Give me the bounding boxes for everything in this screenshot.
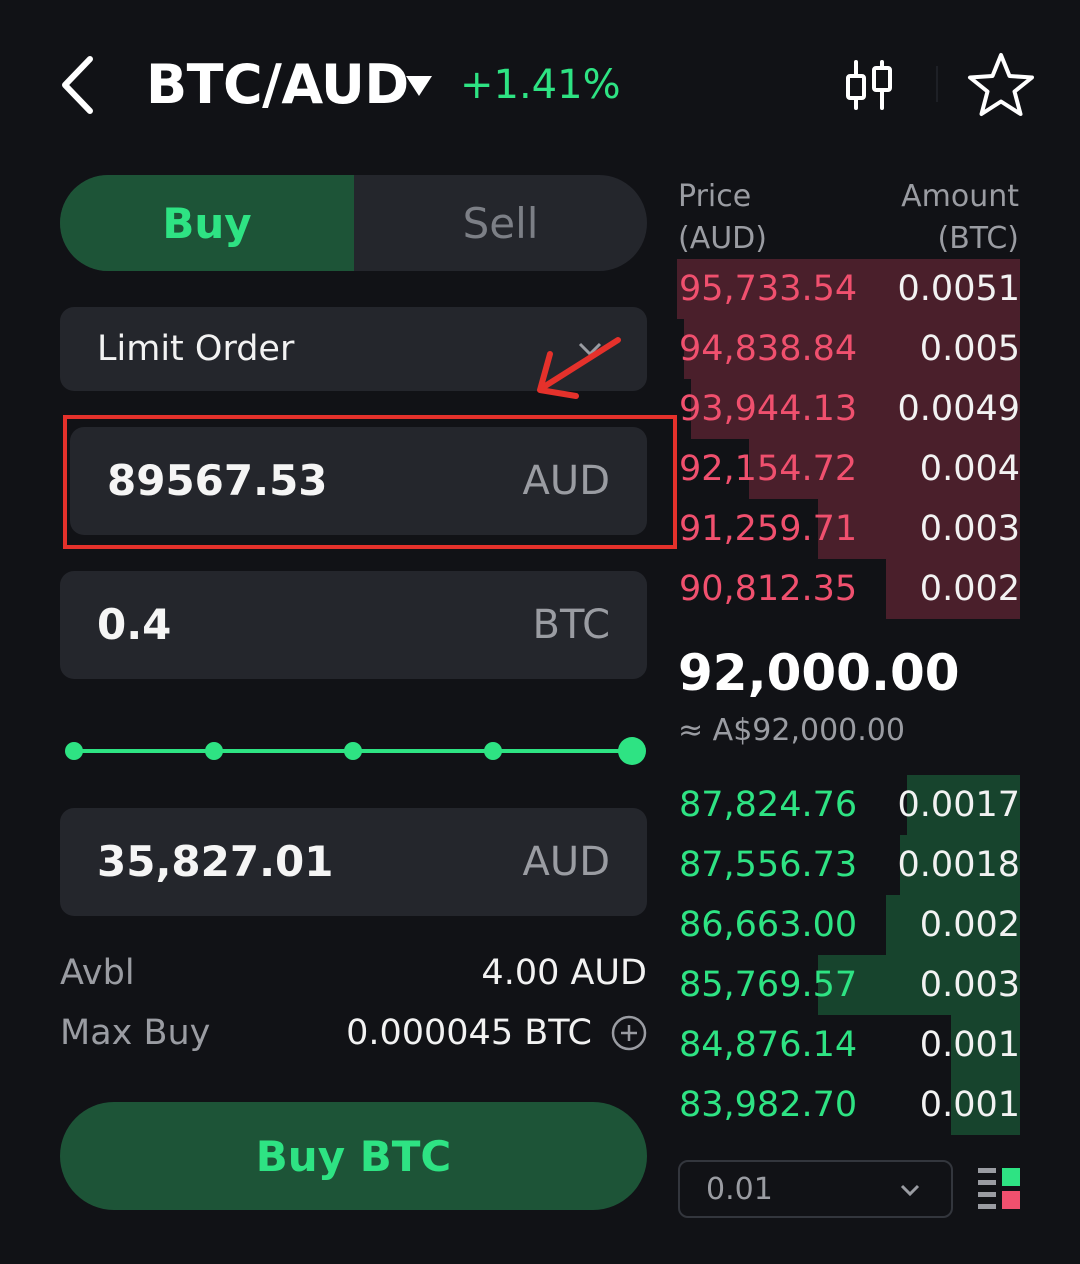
kline-chart-icon[interactable] [842,58,896,112]
bid-row[interactable]: 84,876.14 0.001 [677,1015,1020,1075]
ask-price: 92,154.72 [679,449,858,489]
ask-row[interactable]: 92,154.72 0.004 [677,439,1020,499]
bid-price: 86,663.00 [679,905,858,945]
price-change: +1.41% [460,62,621,108]
amount-unit: BTC [532,602,610,648]
precision-select[interactable]: 0.01 [678,1160,953,1218]
max-buy-value: 0.000045 BTC [346,1013,592,1053]
ask-price: 94,838.84 [679,329,858,369]
bid-row[interactable]: 86,663.00 0.002 [677,895,1020,955]
pair-title[interactable]: BTC/AUD [146,52,409,118]
amount-header-line2: (BTC) [937,221,1019,256]
bid-amount: 0.001 [919,1025,1020,1065]
last-price-fiat: ≈ A$92,000.00 [678,713,905,748]
ask-amount: 0.0049 [897,389,1020,429]
bid-row[interactable]: 85,769.57 0.003 [677,955,1020,1015]
ask-row[interactable]: 94,838.84 0.005 [677,319,1020,379]
ask-amount: 0.005 [919,329,1020,369]
bid-amount: 0.003 [919,965,1020,1005]
bid-row[interactable]: 83,982.70 0.001 [677,1075,1020,1135]
ask-row[interactable]: 93,944.13 0.0049 [677,379,1020,439]
max-buy-label: Max Buy [60,1013,211,1053]
bid-amount: 0.0017 [897,785,1020,825]
ask-amount: 0.003 [919,509,1020,549]
ask-price: 91,259.71 [679,509,858,549]
bid-price: 87,556.73 [679,845,858,885]
total-value: 35,827.01 [97,837,334,886]
book-layout-icon[interactable] [976,1166,1022,1210]
star-icon[interactable] [966,50,1036,120]
ask-amount: 0.004 [919,449,1020,489]
orderbook-price-header: Price (AUD) [678,176,767,260]
bid-amount: 0.002 [919,905,1020,945]
amount-header-line1: Amount [901,179,1019,214]
highlight-box [63,415,677,549]
amount-value: 0.4 [97,600,172,649]
ask-row[interactable]: 91,259.71 0.003 [677,499,1020,559]
order-type-label: Limit Order [97,329,295,369]
bid-amount: 0.001 [919,1085,1020,1125]
tab-buy[interactable]: Buy [60,175,354,271]
last-price[interactable]: 92,000.00 [678,642,960,704]
total-input[interactable]: 35,827.01 AUD [60,808,647,916]
back-arrow-icon[interactable] [56,52,104,118]
annotation-arrow-icon [530,332,626,404]
bid-price: 85,769.57 [679,965,858,1005]
available-value: 4.00 AUD [481,953,647,993]
ask-row[interactable]: 95,733.54 0.0051 [677,259,1020,319]
ask-amount: 0.0051 [897,269,1020,309]
side-toggle: Buy Sell [60,175,647,271]
buy-btc-button[interactable]: Buy BTC [60,1102,647,1210]
header-divider [936,66,938,102]
ask-price: 95,733.54 [679,269,858,309]
bid-price: 83,982.70 [679,1085,858,1125]
slider-handle[interactable] [618,737,646,765]
ask-amount: 0.002 [919,569,1020,609]
bid-price: 87,824.76 [679,785,858,825]
ask-price: 93,944.13 [679,389,858,429]
bid-price: 84,876.14 [679,1025,858,1065]
tab-sell[interactable]: Sell [354,175,647,271]
amount-slider[interactable] [64,730,654,774]
total-unit: AUD [522,839,610,885]
ask-price: 90,812.35 [679,569,858,609]
precision-value: 0.01 [706,1172,773,1207]
orderbook-amount-header: Amount (BTC) [901,176,1019,260]
bid-row[interactable]: 87,556.73 0.0018 [677,835,1020,895]
ask-row[interactable]: 90,812.35 0.002 [677,559,1020,619]
available-label: Avbl [60,953,135,993]
price-header-line2: (AUD) [678,221,767,256]
bid-row[interactable]: 87,824.76 0.0017 [677,775,1020,835]
caret-down-icon[interactable] [404,70,434,100]
chevron-down-icon [900,1184,920,1197]
amount-input[interactable]: 0.4 BTC [60,571,647,679]
price-header-line1: Price [678,179,752,214]
plus-circle-icon[interactable] [610,1014,648,1052]
bid-amount: 0.0018 [897,845,1020,885]
